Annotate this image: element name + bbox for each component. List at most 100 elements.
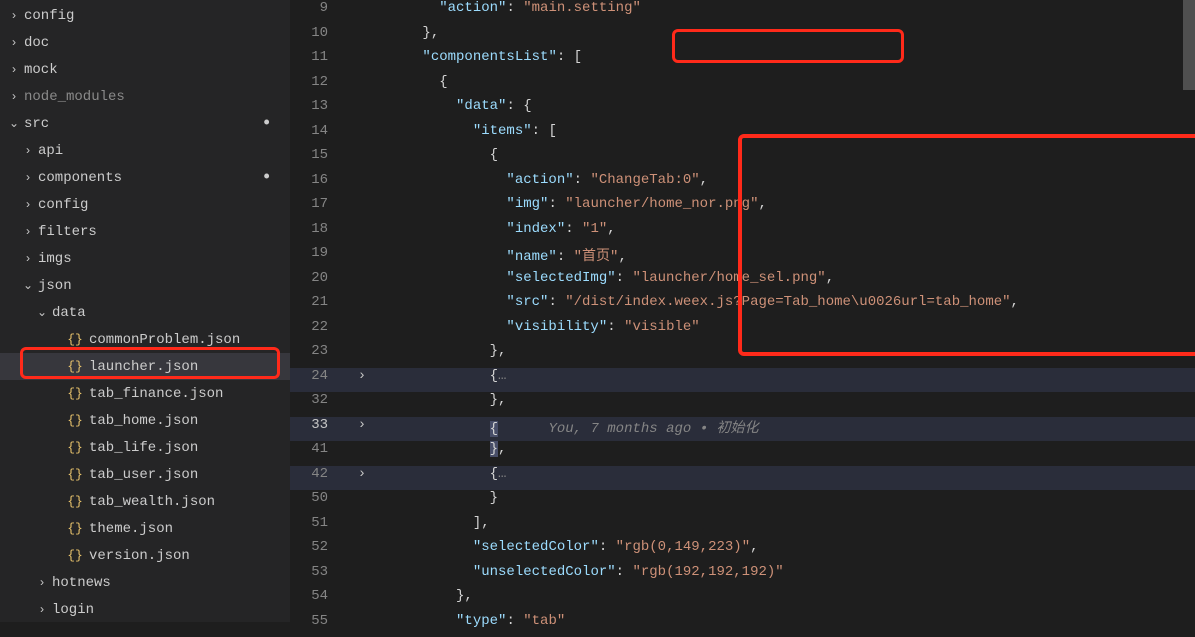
- folder-item[interactable]: ›hotnews: [0, 569, 290, 596]
- line-number: 22: [290, 319, 352, 344]
- tree-item-label: version.json: [89, 548, 190, 564]
- chevron-right-icon: ›: [20, 198, 36, 212]
- json-file-icon: {}: [66, 413, 84, 428]
- chevron-right-icon: ›: [20, 144, 36, 158]
- chevron-right-icon: ›: [20, 252, 36, 266]
- file-item[interactable]: {}tab_wealth.json: [0, 488, 290, 515]
- line-number: 42: [290, 466, 352, 491]
- tree-item-label: config: [38, 197, 88, 213]
- json-file-icon: {}: [66, 467, 84, 482]
- file-item[interactable]: {} tab_user.json: [0, 461, 290, 488]
- code-line[interactable]: {…: [372, 466, 1195, 491]
- line-number: 50: [290, 490, 352, 515]
- fold-icon[interactable]: ›: [352, 417, 372, 442]
- code-line[interactable]: "img": "launcher/home_nor.png",: [372, 196, 1195, 221]
- folder-item[interactable]: ⌄data: [0, 299, 290, 326]
- folder-item[interactable]: ›login: [0, 596, 290, 622]
- line-number: 14: [290, 123, 352, 148]
- json-file-icon: {}: [66, 548, 84, 563]
- code-line[interactable]: },: [372, 588, 1195, 613]
- file-item[interactable]: {}tab_life.json: [0, 434, 290, 461]
- tree-item-label: tab_home.json: [89, 413, 198, 429]
- tree-item-label: hotnews: [52, 575, 111, 591]
- file-item[interactable]: {}theme.json: [0, 515, 290, 542]
- tree-item-label: imgs: [38, 251, 72, 267]
- line-number: 55: [290, 613, 352, 637]
- line-number: 12: [290, 74, 352, 99]
- code-line[interactable]: ],: [372, 515, 1195, 540]
- code-line[interactable]: "componentsList": [: [372, 49, 1195, 74]
- tree-item-label: src: [24, 116, 49, 132]
- fold-icon[interactable]: ›: [352, 368, 372, 393]
- tree-item-label: tab_finance.json: [89, 386, 223, 402]
- file-explorer[interactable]: ›config›doc›mock›node_modules⌄src•›api›c…: [0, 0, 290, 622]
- tree-item-label: tab_user.json: [89, 467, 198, 483]
- chevron-right-icon: ›: [20, 225, 36, 239]
- folder-item[interactable]: ›config: [0, 2, 290, 29]
- code-line[interactable]: "visibility": "visible": [372, 319, 1195, 344]
- folder-item[interactable]: ⌄json: [0, 272, 290, 299]
- line-number: 19: [290, 245, 352, 270]
- code-line[interactable]: { You, 7 months ago • 初始化: [372, 417, 1195, 442]
- folder-item[interactable]: ›doc: [0, 29, 290, 56]
- code-line[interactable]: "selectedImg": "launcher/home_sel.png",: [372, 270, 1195, 295]
- tree-item-label: json: [38, 278, 72, 294]
- code-line[interactable]: "index": "1",: [372, 221, 1195, 246]
- code-line[interactable]: "data": {: [372, 98, 1195, 123]
- chevron-right-icon: ›: [20, 171, 36, 185]
- tree-item-label: tab_wealth.json: [89, 494, 215, 510]
- folder-item[interactable]: ⌄src•: [0, 110, 290, 137]
- folder-item[interactable]: ›node_modules: [0, 83, 290, 110]
- code-line[interactable]: },: [372, 392, 1195, 417]
- folder-item[interactable]: ›api: [0, 137, 290, 164]
- git-blame: You, 7 months ago • 初始化: [548, 421, 758, 437]
- code-line[interactable]: },: [372, 343, 1195, 368]
- file-item[interactable]: {} tab_home.json: [0, 407, 290, 434]
- line-number: 10: [290, 25, 352, 50]
- fold-icon[interactable]: ›: [352, 466, 372, 491]
- file-item[interactable]: {}launcher.json: [0, 353, 290, 380]
- folder-item[interactable]: ›config: [0, 191, 290, 218]
- code-line[interactable]: "unselectedColor": "rgb(192,192,192)": [372, 564, 1195, 589]
- folder-item[interactable]: ›components•: [0, 164, 290, 191]
- code-line[interactable]: {…: [372, 368, 1195, 393]
- code-line[interactable]: },: [372, 25, 1195, 50]
- line-number: 52: [290, 539, 352, 564]
- scrollbar-thumb[interactable]: [1183, 0, 1195, 90]
- folder-item[interactable]: ›mock: [0, 56, 290, 83]
- code-line[interactable]: {: [372, 74, 1195, 99]
- line-number: 18: [290, 221, 352, 246]
- tree-item-label: doc: [24, 35, 49, 51]
- modified-dot-icon: •: [261, 119, 272, 129]
- chevron-right-icon: ›: [6, 9, 22, 23]
- file-item[interactable]: {} version.json: [0, 542, 290, 569]
- code-line[interactable]: {: [372, 147, 1195, 172]
- code-editor[interactable]: 9 "action": "main.setting" 10 }, 11 "com…: [290, 0, 1195, 622]
- code-line[interactable]: "action": "ChangeTab:0",: [372, 172, 1195, 197]
- code-line[interactable]: "items": [: [372, 123, 1195, 148]
- tree-item-label: filters: [38, 224, 97, 240]
- chevron-right-icon: ›: [6, 63, 22, 77]
- code-line[interactable]: "type": "tab": [372, 613, 1195, 637]
- file-item[interactable]: {}commonProblem.json: [0, 326, 290, 353]
- file-item[interactable]: {} tab_finance.json: [0, 380, 290, 407]
- line-number: 33: [290, 417, 352, 442]
- code-line[interactable]: }: [372, 490, 1195, 515]
- code-line[interactable]: "name": "首页",: [372, 245, 1195, 270]
- line-number: 20: [290, 270, 352, 295]
- chevron-right-icon: ›: [34, 603, 50, 617]
- line-number: 24: [290, 368, 352, 393]
- tree-item-label: data: [52, 305, 86, 321]
- code-line[interactable]: "action": "main.setting": [372, 0, 1195, 25]
- code-line[interactable]: },: [372, 441, 1195, 466]
- tree-item-label: tab_life.json: [89, 440, 198, 456]
- line-number: 51: [290, 515, 352, 540]
- line-number: 9: [290, 0, 352, 25]
- json-file-icon: {}: [66, 386, 84, 401]
- tree-item-label: config: [24, 8, 74, 24]
- modified-dot-icon: •: [261, 173, 272, 183]
- folder-item[interactable]: ›filters: [0, 218, 290, 245]
- code-line[interactable]: "src": "/dist/index.weex.js?Page=Tab_hom…: [372, 294, 1195, 319]
- folder-item[interactable]: ›imgs: [0, 245, 290, 272]
- code-line[interactable]: "selectedColor": "rgb(0,149,223)",: [372, 539, 1195, 564]
